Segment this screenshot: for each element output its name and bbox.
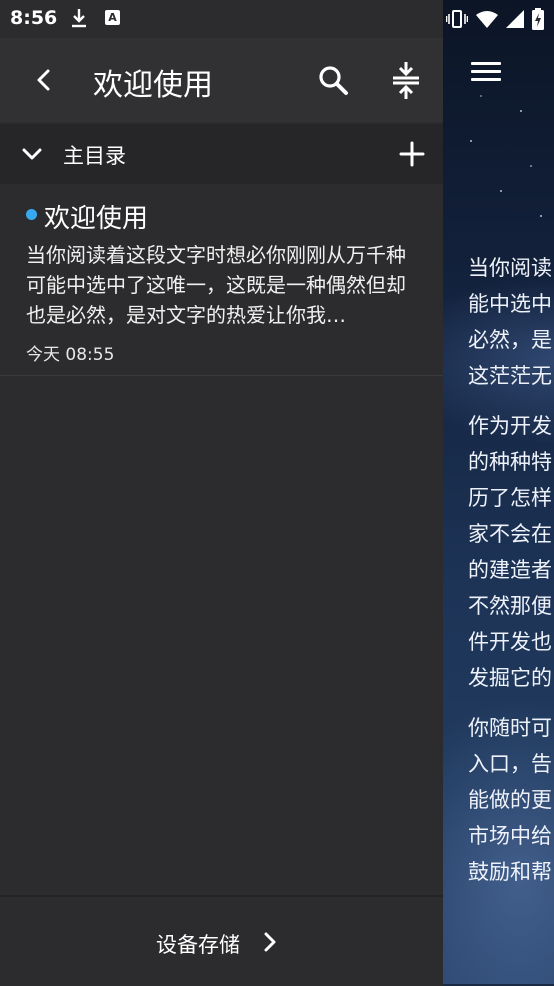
reader-paragraph: 作为开发 的种种特 历了怎样 家不会在 的建造者 不然那便 件开发也 发掘它的 bbox=[468, 414, 552, 690]
battery-charging-icon bbox=[532, 8, 544, 30]
unread-dot-icon bbox=[26, 209, 37, 220]
drawer-title: 欢迎使用 bbox=[93, 68, 213, 103]
a-icon: A bbox=[105, 10, 120, 25]
signal-icon bbox=[506, 10, 524, 28]
reader-menu-icon[interactable] bbox=[471, 62, 501, 86]
wifi-icon bbox=[476, 11, 498, 28]
status-time: 8:56 bbox=[10, 7, 58, 29]
vibrate-icon bbox=[446, 10, 468, 28]
status-bar: 8:56 A bbox=[0, 0, 554, 38]
storage-label: 设备存储 bbox=[156, 933, 240, 957]
directory-row[interactable]: 主目录 bbox=[0, 124, 443, 184]
note-title: 欢迎使用 bbox=[44, 204, 149, 234]
note-preview: 当你阅读着这段文字时想必你刚刚从万千种可能中选中了这唯一，这既是一种偶然但却也是… bbox=[26, 243, 406, 327]
status-icons bbox=[446, 8, 544, 30]
download-icon bbox=[72, 9, 86, 28]
directory-label: 主目录 bbox=[63, 144, 126, 168]
collapse-all-icon[interactable] bbox=[388, 60, 424, 100]
reader-paragraph: 当你阅读 能中选中 必然，是 这茫茫无 bbox=[468, 256, 552, 388]
storage-selector[interactable]: 设备存储 bbox=[0, 895, 443, 986]
chevron-right-icon bbox=[264, 932, 276, 952]
navigation-drawer: 欢迎使用 主目录 欢迎使用 当你阅读着这段文字时想必你刚刚从万千种可能中选中了这… bbox=[0, 0, 443, 986]
reader-content: 当你阅读 能中选中 必然，是 这茫茫无 作为开发 的种种特 历了怎样 家不会在 … bbox=[468, 250, 554, 904]
note-timestamp: 今天 08:55 bbox=[26, 345, 115, 365]
add-icon[interactable] bbox=[398, 140, 426, 168]
chevron-down-icon[interactable] bbox=[20, 142, 44, 166]
back-icon[interactable] bbox=[28, 64, 60, 96]
note-list-item[interactable]: 欢迎使用 当你阅读着这段文字时想必你刚刚从万千种可能中选中了这唯一，这既是一种偶… bbox=[0, 186, 443, 376]
reader-paragraph: 你随时可 入口，告 能做的更 市场中给 鼓励和帮 bbox=[468, 716, 552, 884]
search-icon[interactable] bbox=[315, 62, 351, 98]
drawer-toolbar: 欢迎使用 bbox=[0, 38, 443, 122]
